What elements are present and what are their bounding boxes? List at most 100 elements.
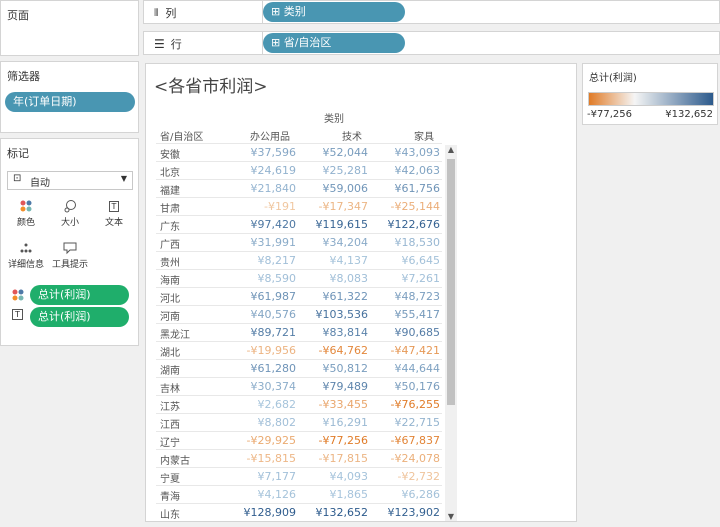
value-cell[interactable]: ¥6,645 bbox=[370, 254, 441, 267]
value-cell[interactable]: ¥16,291 bbox=[298, 416, 369, 429]
value-cell[interactable]: ¥61,987 bbox=[226, 290, 297, 303]
scroll-thumb[interactable] bbox=[447, 159, 455, 405]
value-cell[interactable]: -¥191 bbox=[226, 200, 296, 213]
table-row[interactable]: 江西 ¥8,802 ¥16,291 ¥22,715 bbox=[156, 413, 442, 431]
value-cell[interactable]: ¥132,652 bbox=[298, 506, 369, 519]
value-cell[interactable]: -¥24,078 bbox=[370, 452, 440, 465]
category-header-0[interactable]: 办公用品 bbox=[250, 128, 290, 143]
value-cell[interactable]: -¥47,421 bbox=[370, 344, 440, 357]
legend-gradient[interactable] bbox=[588, 92, 714, 106]
value-cell[interactable]: ¥4,137 bbox=[298, 254, 369, 267]
value-cell[interactable]: ¥2,682 bbox=[226, 398, 297, 411]
text-button[interactable]: T 文本 bbox=[95, 197, 133, 233]
value-cell[interactable]: ¥89,721 bbox=[226, 326, 297, 339]
table-row[interactable]: 江苏 ¥2,682 -¥33,455 -¥76,255 bbox=[156, 395, 442, 413]
value-cell[interactable]: -¥25,144 bbox=[370, 200, 440, 213]
rows-pill[interactable]: ⊞ 省/自治区 bbox=[263, 33, 405, 53]
value-cell[interactable]: ¥8,590 bbox=[226, 272, 297, 285]
mark-type-select[interactable]: ⊡ 自动 ▼ bbox=[7, 171, 133, 190]
table-row[interactable]: 广西 ¥31,991 ¥34,204 ¥18,530 bbox=[156, 233, 442, 251]
table-row[interactable]: 海南 ¥8,590 ¥8,083 ¥7,261 bbox=[156, 269, 442, 287]
value-cell[interactable]: ¥24,619 bbox=[226, 164, 297, 177]
value-cell[interactable]: ¥31,991 bbox=[226, 236, 297, 249]
value-cell[interactable]: ¥1,865 bbox=[298, 488, 369, 501]
value-cell[interactable]: ¥4,126 bbox=[226, 488, 297, 501]
filter-pill[interactable]: 年(订单日期) bbox=[5, 92, 135, 112]
table-row[interactable]: 宁夏 ¥7,177 ¥4,093 -¥2,732 bbox=[156, 467, 442, 485]
value-cell[interactable]: ¥123,902 bbox=[370, 506, 441, 519]
value-cell[interactable]: ¥42,063 bbox=[370, 164, 441, 177]
tooltip-button[interactable]: 工具提示 bbox=[51, 239, 89, 275]
columns-drop-area[interactable]: ⊞ 类别 bbox=[262, 1, 719, 23]
value-cell[interactable]: ¥34,204 bbox=[298, 236, 369, 249]
value-cell[interactable]: ¥22,715 bbox=[370, 416, 441, 429]
text-measure-pill[interactable]: 总计(利润) bbox=[30, 307, 129, 327]
value-cell[interactable]: -¥19,956 bbox=[226, 344, 296, 357]
value-cell[interactable]: ¥30,374 bbox=[226, 380, 297, 393]
table-row[interactable]: 湖北 -¥19,956 -¥64,762 -¥47,421 bbox=[156, 341, 442, 359]
color-legend[interactable]: 总计(利润) -¥77,256 ¥132,652 bbox=[582, 63, 718, 125]
table-row[interactable]: 山东 ¥128,909 ¥132,652 ¥123,902 bbox=[156, 503, 442, 521]
value-cell[interactable]: ¥119,615 bbox=[298, 218, 369, 231]
value-cell[interactable]: -¥64,762 bbox=[298, 344, 368, 357]
scroll-down-icon[interactable]: ▼ bbox=[445, 512, 457, 521]
scroll-up-icon[interactable]: ▲ bbox=[445, 145, 457, 154]
rows-shelf[interactable]: ☰ 行 ⊞ 省/自治区 bbox=[143, 31, 720, 55]
table-row[interactable]: 安徽 ¥37,596 ¥52,044 ¥43,093 bbox=[156, 143, 442, 161]
table-row[interactable]: 吉林 ¥30,374 ¥79,489 ¥50,176 bbox=[156, 377, 442, 395]
rows-drop-area[interactable]: ⊞ 省/自治区 bbox=[262, 32, 719, 54]
value-cell[interactable]: ¥61,280 bbox=[226, 362, 297, 375]
table-row[interactable]: 福建 ¥21,840 ¥59,006 ¥61,756 bbox=[156, 179, 442, 197]
value-cell[interactable]: -¥76,255 bbox=[370, 398, 440, 411]
value-cell[interactable]: ¥37,596 bbox=[226, 146, 297, 159]
value-cell[interactable]: ¥8,083 bbox=[298, 272, 369, 285]
size-button[interactable]: 大小 bbox=[51, 197, 89, 233]
value-cell[interactable]: -¥17,347 bbox=[298, 200, 368, 213]
table-row[interactable]: 河南 ¥40,576 ¥103,536 ¥55,417 bbox=[156, 305, 442, 323]
value-cell[interactable]: ¥83,814 bbox=[298, 326, 369, 339]
table-row[interactable]: 贵州 ¥8,217 ¥4,137 ¥6,645 bbox=[156, 251, 442, 269]
value-cell[interactable]: ¥48,723 bbox=[370, 290, 441, 303]
table-row[interactable]: 湖南 ¥61,280 ¥50,812 ¥44,644 bbox=[156, 359, 442, 377]
table-row[interactable]: 黑龙江 ¥89,721 ¥83,814 ¥90,685 bbox=[156, 323, 442, 341]
table-row[interactable]: 青海 ¥4,126 ¥1,865 ¥6,286 bbox=[156, 485, 442, 503]
value-cell[interactable]: ¥6,286 bbox=[370, 488, 441, 501]
value-cell[interactable]: ¥7,177 bbox=[226, 470, 297, 483]
value-cell[interactable]: ¥21,840 bbox=[226, 182, 297, 195]
value-cell[interactable]: ¥59,006 bbox=[298, 182, 369, 195]
value-cell[interactable]: ¥8,802 bbox=[226, 416, 297, 429]
value-cell[interactable]: ¥97,420 bbox=[226, 218, 297, 231]
value-cell[interactable]: ¥7,261 bbox=[370, 272, 441, 285]
value-cell[interactable]: -¥17,815 bbox=[298, 452, 368, 465]
category-header-2[interactable]: 家具 bbox=[414, 128, 434, 143]
table-row[interactable]: 广东 ¥97,420 ¥119,615 ¥122,676 bbox=[156, 215, 442, 233]
value-cell[interactable]: ¥40,576 bbox=[226, 308, 297, 321]
value-cell[interactable]: ¥18,530 bbox=[370, 236, 441, 249]
table-row[interactable]: 甘肃 -¥191 -¥17,347 -¥25,144 bbox=[156, 197, 442, 215]
value-cell[interactable]: ¥122,676 bbox=[370, 218, 441, 231]
value-cell[interactable]: -¥33,455 bbox=[298, 398, 368, 411]
value-cell[interactable]: -¥29,925 bbox=[226, 434, 296, 447]
detail-button[interactable]: 详细信息 bbox=[7, 239, 45, 275]
category-header-1[interactable]: 技术 bbox=[342, 128, 362, 143]
value-cell[interactable]: ¥50,176 bbox=[370, 380, 441, 393]
color-button[interactable]: 颜色 bbox=[7, 197, 45, 233]
table-row[interactable]: 河北 ¥61,987 ¥61,322 ¥48,723 bbox=[156, 287, 442, 305]
value-cell[interactable]: ¥55,417 bbox=[370, 308, 441, 321]
value-cell[interactable]: ¥128,909 bbox=[226, 506, 297, 519]
value-cell[interactable]: ¥103,536 bbox=[298, 308, 369, 321]
value-cell[interactable]: ¥4,093 bbox=[298, 470, 369, 483]
value-cell[interactable]: -¥67,837 bbox=[370, 434, 440, 447]
table-row[interactable]: 内蒙古 -¥15,815 -¥17,815 -¥24,078 bbox=[156, 449, 442, 467]
columns-shelf[interactable]: ⦀ 列 ⊞ 类别 bbox=[143, 0, 720, 24]
value-cell[interactable]: ¥61,756 bbox=[370, 182, 441, 195]
value-cell[interactable]: ¥52,044 bbox=[298, 146, 369, 159]
value-cell[interactable]: -¥77,256 bbox=[298, 434, 368, 447]
value-cell[interactable]: ¥8,217 bbox=[226, 254, 297, 267]
value-cell[interactable]: ¥43,093 bbox=[370, 146, 441, 159]
value-cell[interactable]: ¥61,322 bbox=[298, 290, 369, 303]
value-cell[interactable]: ¥25,281 bbox=[298, 164, 369, 177]
color-measure-pill[interactable]: 总计(利润) bbox=[30, 285, 129, 305]
value-cell[interactable]: ¥90,685 bbox=[370, 326, 441, 339]
table-row[interactable]: 辽宁 -¥29,925 -¥77,256 -¥67,837 bbox=[156, 431, 442, 449]
